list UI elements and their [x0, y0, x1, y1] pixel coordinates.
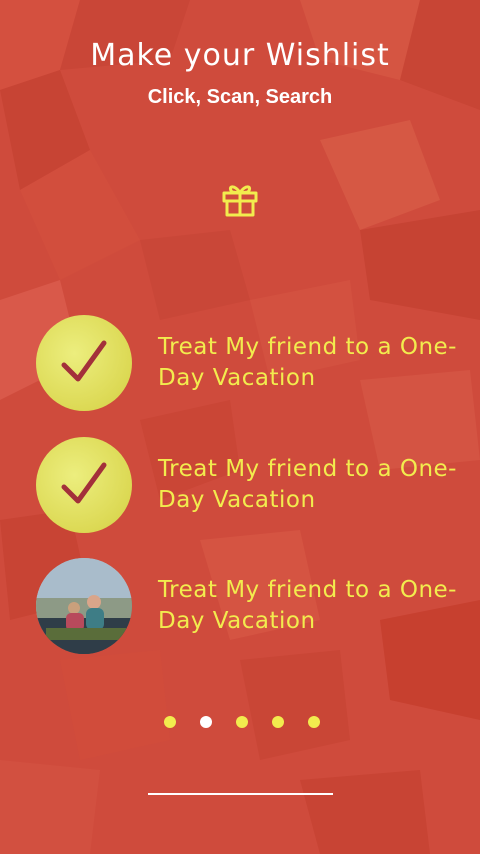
- check-icon: [61, 340, 107, 382]
- page-dot[interactable]: [164, 716, 176, 728]
- wishlist-item-label: Treat My friend to a One-Day Vacation: [158, 456, 457, 513]
- gift-icon: [222, 185, 258, 217]
- wishlist-item[interactable]: Treat My friend to a One-Day Vacation: [0, 315, 480, 415]
- page-dot[interactable]: [272, 716, 284, 728]
- item-checked-avatar: [36, 437, 132, 533]
- photo-image: [36, 558, 132, 654]
- page-subtitle: Click, Scan, Search: [147, 86, 333, 108]
- item-photo-avatar: [36, 558, 132, 654]
- item-checked-avatar: [36, 315, 132, 411]
- wishlist-item-label: Treat My friend to a One-Day Vacation: [158, 334, 457, 391]
- page-dot[interactable]: [308, 716, 320, 728]
- wishlist-item[interactable]: Treat My friend to a One-Day Vacation: [0, 437, 480, 537]
- page-title: Make your Wishlist: [90, 38, 390, 73]
- page-dot[interactable]: [236, 716, 248, 728]
- check-icon: [61, 462, 107, 504]
- wishlist-item[interactable]: Treat My friend to a One-Day Vacation: [0, 558, 480, 658]
- page-dot-active[interactable]: [200, 716, 212, 728]
- bottom-action-underline[interactable]: [148, 793, 333, 795]
- page-indicator: [164, 716, 320, 728]
- wishlist-item-label: Treat My friend to a One-Day Vacation: [158, 577, 457, 634]
